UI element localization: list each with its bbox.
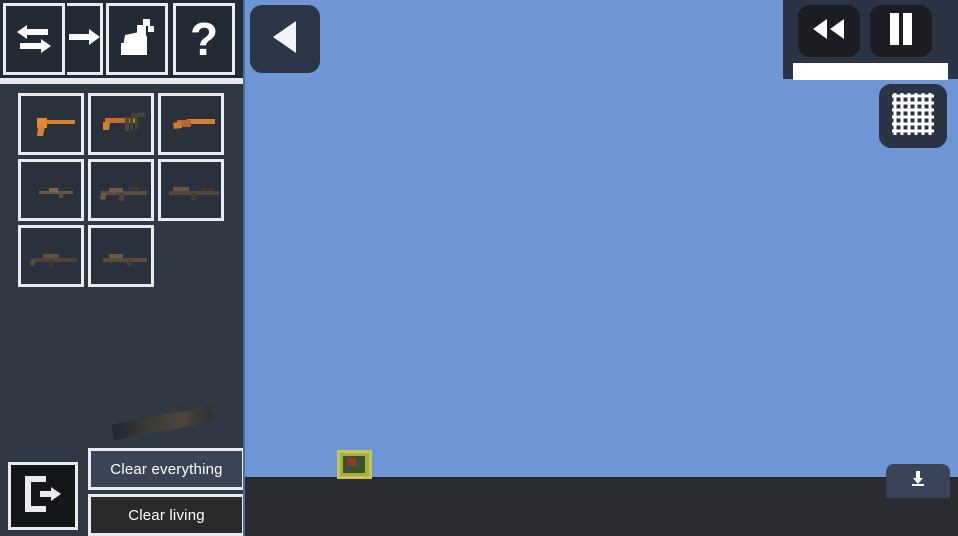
weapon-tile-battle-rifle[interactable]	[158, 159, 224, 221]
playback-controls	[783, 0, 958, 80]
rewind-icon	[810, 16, 848, 47]
swap-arrows-icon	[14, 22, 54, 56]
weapon-tile-sniper-rifle[interactable]	[18, 225, 84, 287]
download-button[interactable]	[886, 464, 950, 498]
playback-button-row	[783, 0, 958, 57]
help-tool-button[interactable]: ?	[173, 3, 235, 75]
triangle-left-icon	[268, 18, 302, 61]
exit-button[interactable]	[8, 462, 78, 530]
sidebar-toolbar: ?	[0, 0, 243, 78]
sawed-off-sprite	[173, 119, 215, 129]
weapon-tile-assault-rifle[interactable]	[88, 159, 154, 221]
weapon-grid	[18, 93, 238, 287]
panel-collapse-button[interactable]	[250, 5, 320, 73]
swap-tool-button[interactable]	[3, 3, 65, 75]
timeline-wrapper	[783, 57, 958, 80]
weapon-sidebar: ? Clear everything Clear living	[0, 0, 245, 536]
clear-everything-button[interactable]: Clear everything	[88, 448, 243, 490]
timeline-slider[interactable]	[793, 63, 948, 80]
rewind-button[interactable]	[798, 5, 860, 57]
spray-can-icon	[117, 17, 157, 61]
download-icon	[911, 470, 925, 492]
arrow-right-icon	[69, 24, 100, 54]
grid-icon	[892, 92, 934, 140]
sniper-rifle-sprite	[30, 254, 77, 267]
weapon-preview-sprite	[111, 405, 213, 441]
pistol-sprite	[37, 118, 75, 136]
weapon-tile-marksman-rifle[interactable]	[88, 225, 154, 287]
game-window: ? Clear everything Clear living	[0, 0, 958, 536]
toolbar-divider	[0, 78, 243, 84]
weapon-tile-submachine-gun[interactable]	[88, 93, 154, 155]
smg-sprite	[103, 113, 145, 131]
clear-living-button[interactable]: Clear living	[88, 494, 243, 536]
grid-toggle-button[interactable]	[879, 84, 947, 148]
pause-icon	[887, 12, 915, 51]
carbine-sprite	[39, 188, 73, 198]
weapon-tile-carbine[interactable]	[18, 159, 84, 221]
paint-tool-button[interactable]	[106, 3, 168, 75]
exit-door-icon	[22, 473, 64, 520]
assault-rifle-sprite	[100, 187, 147, 201]
clear-button-group: Clear everything Clear living	[88, 448, 243, 536]
question-mark-icon: ?	[189, 13, 219, 65]
marksman-rifle-sprite	[103, 254, 147, 266]
arrow-tool-button[interactable]	[67, 3, 103, 75]
battle-rifle-sprite	[169, 187, 219, 200]
weapon-tile-pistol[interactable]	[18, 93, 84, 155]
pause-button[interactable]	[870, 5, 932, 57]
weapon-tile-sawed-off[interactable]	[158, 93, 224, 155]
crate-entity[interactable]	[337, 450, 372, 479]
